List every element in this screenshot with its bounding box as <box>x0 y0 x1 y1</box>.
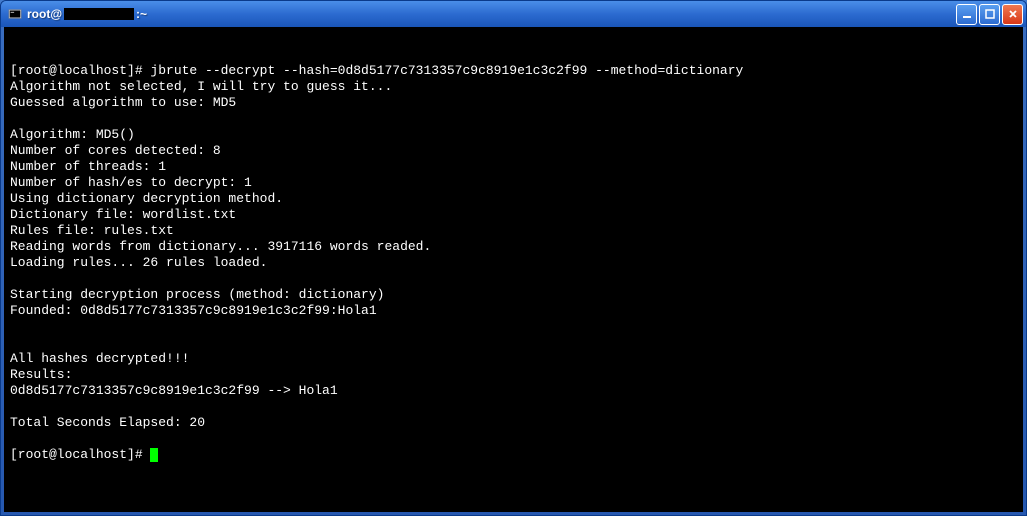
title-suffix: :~ <box>136 7 147 21</box>
terminal-line <box>10 271 1017 287</box>
app-icon <box>7 6 23 22</box>
minimize-button[interactable] <box>956 4 977 25</box>
terminal-line: Dictionary file: wordlist.txt <box>10 207 1017 223</box>
terminal-line <box>10 335 1017 351</box>
terminal-line: Algorithm: MD5() <box>10 127 1017 143</box>
terminal-line: Loading rules... 26 rules loaded. <box>10 255 1017 271</box>
window-title: root@ :~ <box>27 7 956 21</box>
terminal-line: [root@localhost]# <box>10 447 1017 463</box>
terminal-line: All hashes decrypted!!! <box>10 351 1017 367</box>
terminal-line: Results: <box>10 367 1017 383</box>
terminal-line: Rules file: rules.txt <box>10 223 1017 239</box>
terminal-line: 0d8d5177c7313357c9c8919e1c3c2f99 --> Hol… <box>10 383 1017 399</box>
terminal-line: Founded: 0d8d5177c7313357c9c8919e1c3c2f9… <box>10 303 1017 319</box>
terminal-line <box>10 431 1017 447</box>
terminal-line: Reading words from dictionary... 3917116… <box>10 239 1017 255</box>
terminal-line: Guessed algorithm to use: MD5 <box>10 95 1017 111</box>
terminal-window: root@ :~ [root@localhost]# jbrute --decr… <box>0 0 1027 516</box>
window-controls <box>956 4 1023 25</box>
terminal-output: [root@localhost]# jbrute --decrypt --has… <box>10 63 1017 463</box>
terminal-line <box>10 399 1017 415</box>
terminal-line <box>10 319 1017 335</box>
terminal-line: [root@localhost]# jbrute --decrypt --has… <box>10 63 1017 79</box>
terminal-line: Starting decryption process (method: dic… <box>10 287 1017 303</box>
title-prefix: root@ <box>27 7 62 21</box>
terminal-line: Total Seconds Elapsed: 20 <box>10 415 1017 431</box>
terminal-line <box>10 111 1017 127</box>
terminal-line: Number of threads: 1 <box>10 159 1017 175</box>
terminal-line: Number of hash/es to decrypt: 1 <box>10 175 1017 191</box>
maximize-button[interactable] <box>979 4 1000 25</box>
terminal-line: Number of cores detected: 8 <box>10 143 1017 159</box>
terminal-line: Algorithm not selected, I will try to gu… <box>10 79 1017 95</box>
title-redacted <box>64 8 134 20</box>
close-button[interactable] <box>1002 4 1023 25</box>
terminal-cursor <box>150 448 158 462</box>
titlebar[interactable]: root@ :~ <box>1 1 1026 27</box>
terminal-body[interactable]: [root@localhost]# jbrute --decrypt --has… <box>4 27 1023 512</box>
terminal-line: Using dictionary decryption method. <box>10 191 1017 207</box>
